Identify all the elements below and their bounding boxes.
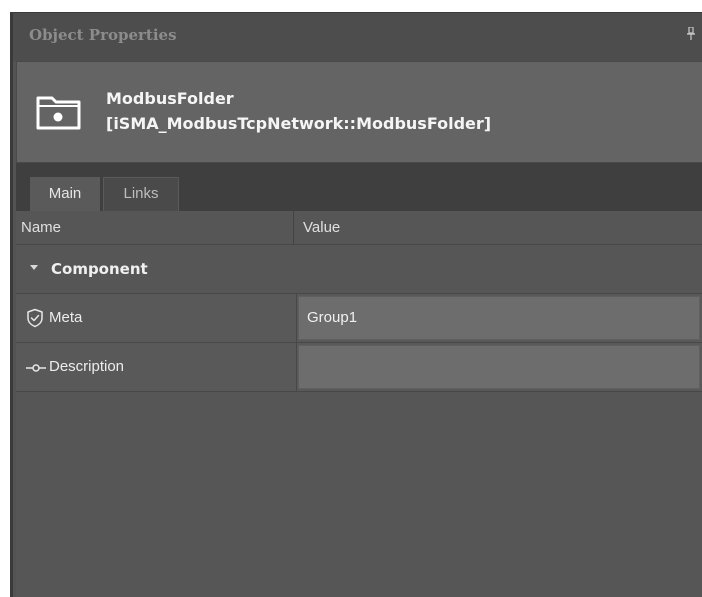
- grid-header: Name Value: [16, 211, 702, 245]
- property-name-description: Description: [49, 358, 125, 375]
- property-row-meta[interactable]: Meta Group1: [16, 294, 702, 343]
- description-value-field[interactable]: [298, 345, 700, 389]
- panel-title: Object Properties: [29, 26, 177, 44]
- group-row-component[interactable]: Component: [16, 245, 702, 294]
- tab-main[interactable]: Main: [30, 177, 100, 211]
- object-name: ModbusFolder: [106, 89, 234, 108]
- grid-empty-area: [16, 392, 702, 597]
- tab-strip: Main Links: [16, 163, 702, 211]
- caret-down-icon[interactable]: [30, 263, 38, 271]
- pin-icon[interactable]: [686, 27, 696, 41]
- link-slot-icon: [26, 364, 46, 372]
- object-type: [iSMA_ModbusTcpNetwork::ModbusFolder]: [106, 114, 492, 133]
- value-separator: [296, 343, 297, 392]
- meta-value-field[interactable]: Group1: [298, 296, 700, 340]
- property-name-meta: Meta: [49, 309, 83, 326]
- shield-check-icon: [27, 308, 43, 328]
- property-row-description[interactable]: Description: [16, 343, 702, 392]
- tab-links[interactable]: Links: [103, 177, 179, 211]
- object-properties-panel: Object Properties ModbusFolder [iSMA_Mod…: [10, 12, 702, 597]
- folder-icon: [36, 96, 81, 130]
- object-header: ModbusFolder [iSMA_ModbusTcpNetwork::Mod…: [16, 61, 702, 163]
- group-label: Component: [51, 260, 148, 278]
- panel-title-bar: Object Properties: [13, 13, 702, 61]
- column-header-value[interactable]: Value: [303, 219, 340, 236]
- column-separator[interactable]: [293, 211, 294, 245]
- value-separator: [296, 294, 297, 343]
- column-header-name[interactable]: Name: [21, 219, 61, 236]
